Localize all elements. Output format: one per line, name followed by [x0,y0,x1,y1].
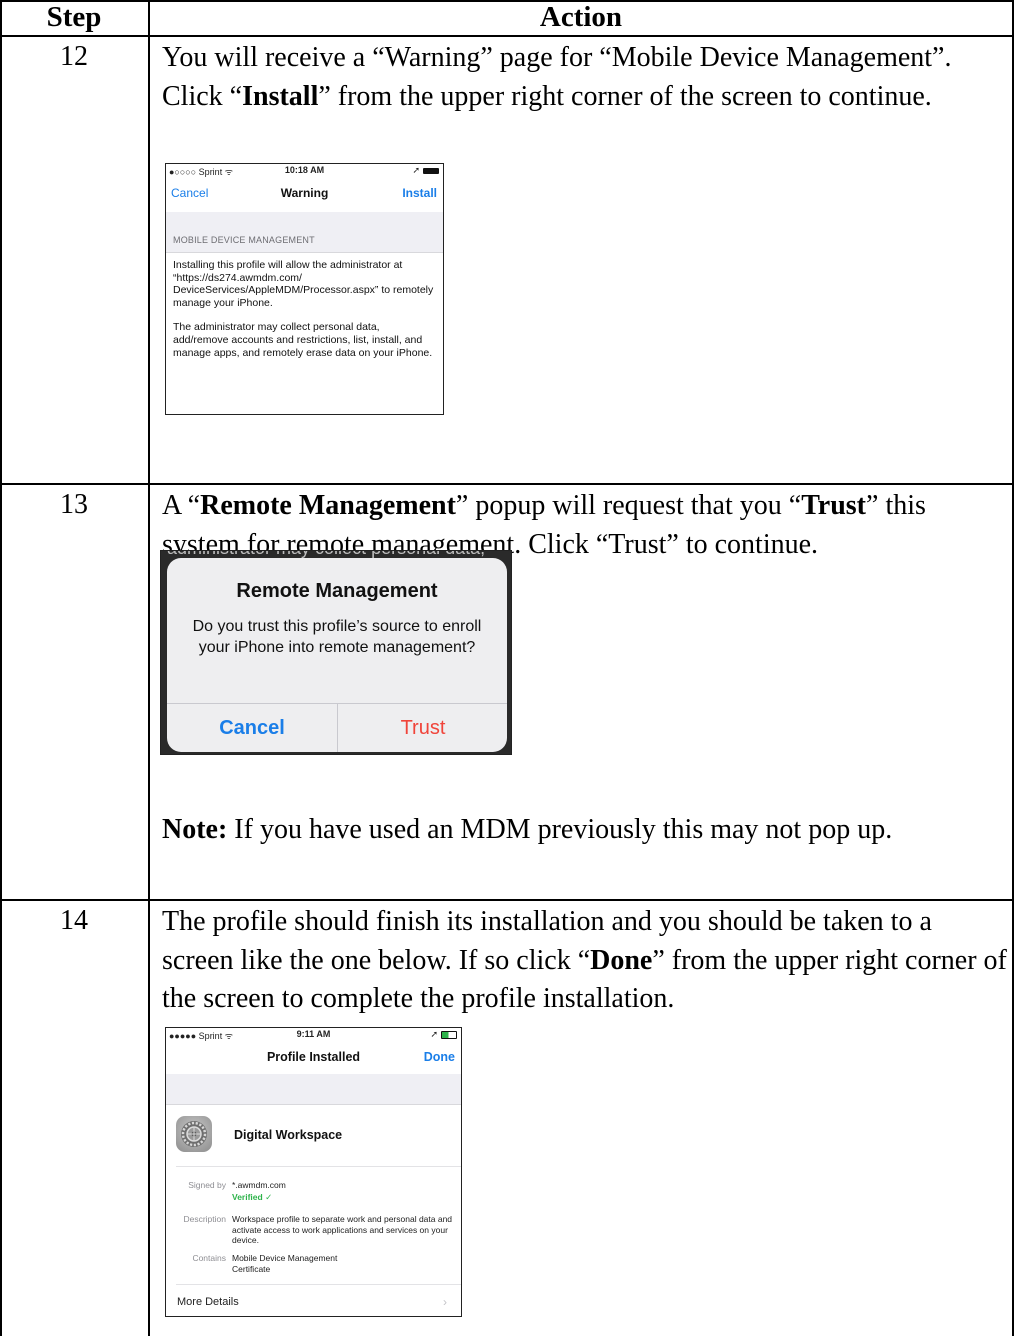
note-label: Note: [162,814,228,845]
section-spacer [166,1074,461,1105]
warning-paragraph-2: The administrator may collect personal d… [173,321,433,359]
divider [176,1284,461,1285]
signed-by-value: *.awmdm.com [232,1180,286,1190]
profile-name: Digital Workspace [234,1128,343,1142]
step-number: 12 [60,41,88,72]
status-bar: ●●●●● Sprint ᯤ 9:11 AM ➚ [166,1028,461,1041]
nav-title: Profile Installed [266,1050,361,1064]
divider [176,1166,461,1167]
done-button[interactable]: Done [424,1050,455,1064]
description-value: Workspace profile to separate work and p… [232,1214,453,1245]
row-divider-13-14 [0,899,1014,901]
alert-cancel-button[interactable]: Cancel [167,704,337,752]
location-arrow-icon: ➚ [412,165,420,175]
warning-paragraph-1: Installing this profile will allow the a… [173,259,434,309]
battery-icon [423,167,439,174]
remote-management-screenshot: administrator may collect personal data,… [160,550,512,755]
alert-trust-button[interactable]: Trust [338,704,507,752]
description-label: Description [183,1214,226,1224]
verified-badge: Verified ✓ [232,1192,273,1202]
settings-gear-icon [176,1116,212,1152]
section-header: MOBILE DEVICE MANAGEMENT [166,212,443,253]
step-number: 13 [60,489,88,520]
warning-screenshot: ●○○○○ Sprint ᯤ 10:18 AM ➚ Cancel Warning… [165,163,444,415]
warning-body: Installing this profile will allow the a… [173,259,437,371]
profile-installed-screenshot: ●●●●● Sprint ᯤ 9:11 AM ➚ Profile Install… [165,1027,462,1317]
alert-message: Do you trust this profile’s source to en… [192,618,482,656]
more-details-row[interactable]: More Details [177,1296,239,1308]
header-row-divider [0,35,1014,37]
status-bar: ●○○○○ Sprint ᯤ 10:18 AM ➚ [166,164,443,177]
install-button[interactable]: Install [402,186,437,200]
alert-dialog: Remote Management Do you trust this prof… [167,558,507,752]
step-number: 14 [60,905,88,936]
note: Note: If you have used an MDM previously… [162,811,1008,850]
alert-title: Remote Management [236,580,438,602]
location-arrow-icon: ➚ [430,1029,438,1039]
table-column-divider [148,0,150,1336]
contains-label: Contains [192,1253,226,1263]
step-instruction: You will receive a “Warning” page for “M… [162,42,952,112]
header-action: Action [539,1,623,33]
contains-value: Mobile Device Management Certificate [232,1253,338,1274]
header-step: Step [46,1,102,33]
row-divider-12-13 [0,483,1014,485]
battery-icon [441,1030,457,1039]
step-instruction: The profile should finish its installati… [162,906,1007,1014]
signed-by-label: Signed by [188,1180,226,1190]
nav-bar: Cancel Warning Install [166,176,443,212]
chevron-right-icon: › [443,1295,447,1309]
table-border-left [0,0,2,1336]
nav-bar: Profile Installed Done [166,1040,461,1074]
note-text: If you have used an MDM previously this … [227,814,893,845]
